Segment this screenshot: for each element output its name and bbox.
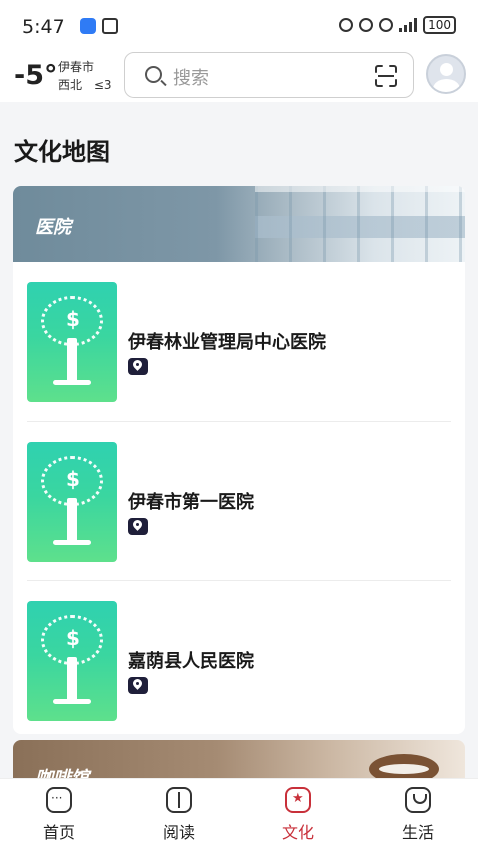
list-item[interactable]: 伊春林业管理局中心医院	[27, 262, 451, 421]
vibrate-icon	[379, 18, 394, 32]
item-thumbnail	[27, 282, 117, 402]
item-name: 嘉荫县人民医院	[128, 651, 254, 672]
wind-direction: 西北	[58, 78, 83, 92]
bluetooth-icon	[359, 18, 374, 32]
weather-city: 伊春市	[58, 60, 95, 74]
weather-wind: 西北 ≤3	[58, 76, 112, 94]
status-time: 5:47	[22, 16, 65, 38]
nav-label: 生活	[401, 823, 434, 842]
nav-label: 文化	[281, 823, 314, 842]
status-notification-icons	[80, 18, 118, 34]
item-thumbnail	[27, 601, 117, 721]
search-icon	[145, 66, 162, 83]
item-name: 伊春市第一医院	[128, 492, 254, 513]
item-thumbnail	[27, 442, 117, 562]
status-system-icons: 100	[339, 16, 456, 34]
alarm-icon	[339, 18, 354, 32]
weather-location[interactable]: 伊春市 西北 ≤3	[58, 58, 112, 94]
category-card-hospital: 医院 伊春林业管理局中心医院 伊春市第一医院 嘉荫县人民医院	[13, 186, 465, 734]
location-pin-icon[interactable]	[128, 677, 148, 694]
search-bar[interactable]: 搜索	[124, 52, 414, 98]
nav-item-culture[interactable]: 文化	[258, 787, 338, 843]
nav-label: 首页	[42, 823, 75, 842]
app-header: -5° 伊春市 西北 ≤3 搜索	[0, 52, 478, 102]
signal-icon	[399, 18, 418, 32]
life-bag-icon	[405, 787, 431, 813]
culture-star-icon	[285, 787, 311, 813]
location-pin-icon[interactable]	[128, 358, 148, 375]
avatar[interactable]	[426, 54, 466, 94]
wind-level: ≤3	[93, 78, 112, 92]
page-title: 文化地图	[14, 138, 110, 166]
list-item[interactable]: 伊春市第一医院	[27, 421, 451, 580]
search-placeholder: 搜索	[173, 68, 209, 89]
banner-image	[255, 186, 465, 262]
category-label: 医院	[35, 217, 71, 238]
nav-item-home[interactable]: 首页	[19, 787, 99, 843]
bottom-nav: 首页 阅读 文化 生活	[0, 778, 478, 850]
nav-item-life[interactable]: 生活	[378, 787, 458, 843]
nav-item-read[interactable]: 阅读	[139, 787, 219, 843]
nav-label: 阅读	[162, 823, 195, 842]
app-notification-icon	[80, 18, 96, 34]
list-item[interactable]: 嘉荫县人民医院	[27, 580, 451, 734]
category-banner[interactable]: 医院	[13, 186, 465, 262]
item-name: 伊春林业管理局中心医院	[128, 332, 326, 353]
nfc-icon	[102, 18, 118, 34]
battery-indicator: 100	[423, 16, 456, 34]
location-pin-icon[interactable]	[128, 518, 148, 535]
home-icon	[46, 787, 72, 813]
book-icon	[166, 787, 192, 813]
status-bar: 5:47 100	[0, 0, 478, 52]
scan-icon[interactable]	[375, 65, 397, 87]
weather-temperature[interactable]: -5°	[14, 60, 58, 91]
